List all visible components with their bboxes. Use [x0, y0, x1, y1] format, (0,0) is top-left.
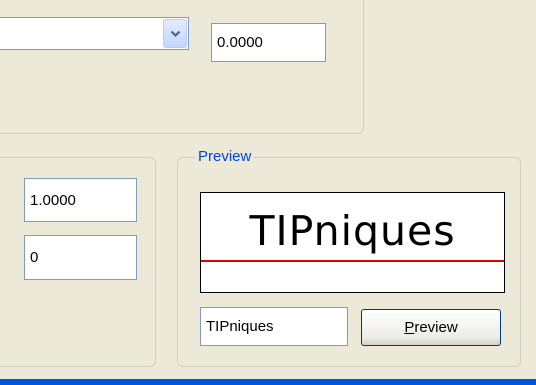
preview-group-title: Preview: [195, 148, 255, 166]
offset-field[interactable]: [211, 23, 326, 62]
preview-button-mnemonic: P: [404, 319, 415, 336]
style-combobox[interactable]: [0, 17, 189, 50]
taskbar-edge: [0, 379, 536, 385]
preview-canvas: TIPniques: [200, 192, 505, 293]
sample-text-field[interactable]: [200, 307, 348, 346]
preview-button-label: review: [414, 319, 458, 336]
angle-field[interactable]: [24, 235, 137, 280]
combo-dropdown-button[interactable]: [163, 19, 187, 48]
chevron-down-icon: [170, 25, 181, 42]
preview-sample-text: TIPniques: [249, 207, 456, 255]
preview-button[interactable]: Preview: [361, 309, 501, 346]
scale-field[interactable]: [24, 178, 137, 222]
